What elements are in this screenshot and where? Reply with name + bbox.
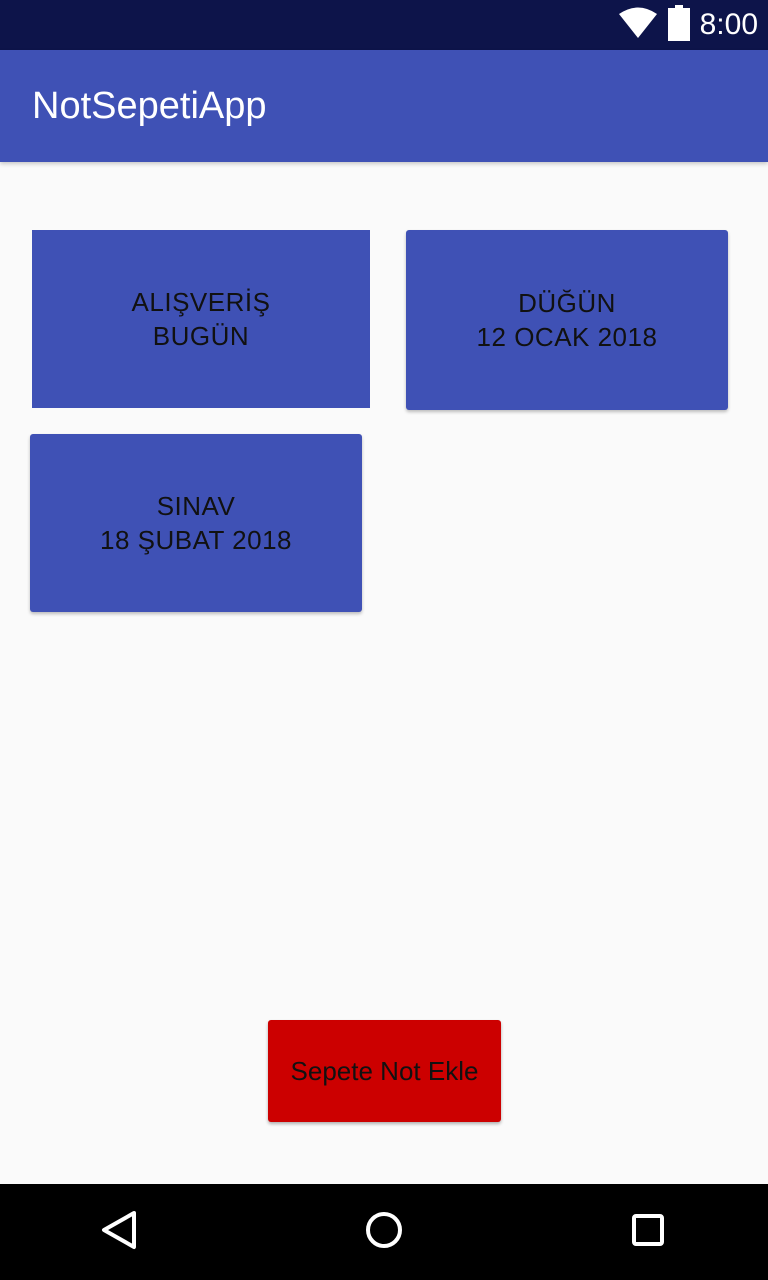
note-title: DÜĞÜN [518,288,616,318]
note-card-alisveris[interactable]: ALIŞVERİŞ BUGÜN [32,230,370,408]
recents-button[interactable] [600,1184,696,1280]
note-card-sinav[interactable]: SINAV 18 ŞUBAT 2018 [30,434,362,612]
app-bar: NotSepetiApp [0,50,768,162]
wifi-icon [618,7,658,44]
note-date: 18 ŞUBAT 2018 [100,525,292,555]
note-date: 12 OCAK 2018 [476,322,658,352]
add-note-button[interactable]: Sepete Not Ekle [268,1020,501,1122]
home-icon [364,1210,404,1255]
back-icon [100,1210,140,1255]
back-button[interactable] [72,1184,168,1280]
battery-icon [667,4,690,46]
recents-icon [628,1210,668,1255]
status-bar: 8:00 [0,0,768,50]
status-icons: 8:00 [618,0,758,50]
note-card-dugun[interactable]: DÜĞÜN 12 OCAK 2018 [406,230,728,410]
home-button[interactable] [336,1184,432,1280]
navigation-bar [0,1184,768,1280]
note-date: BUGÜN [152,321,250,351]
status-time: 8:00 [699,8,758,41]
app-title: NotSepetiApp [32,85,267,127]
note-title: ALIŞVERİŞ [131,287,271,317]
note-title: SINAV [156,491,236,521]
